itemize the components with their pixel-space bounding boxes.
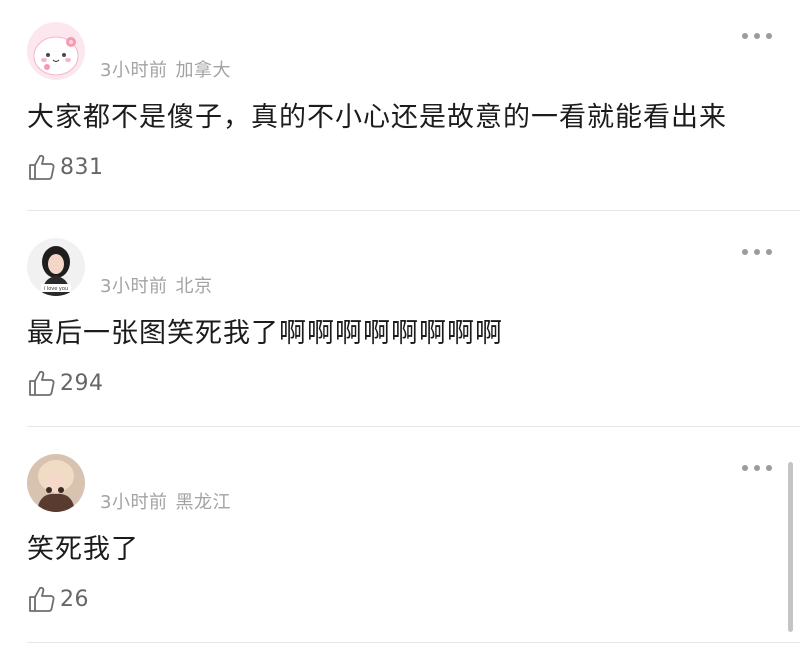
comment-text: 最后一张图笑死我了啊啊啊啊啊啊啊啊 [27,318,503,349]
like-button[interactable]: 831 [27,150,104,184]
comment-location: 加拿大 [175,60,231,81]
comment-time: 3小时前 [100,276,168,297]
like-button[interactable]: 294 [27,366,104,400]
like-count: 294 [60,370,104,396]
comment-location: 黑龙江 [175,492,231,513]
divider [27,426,800,427]
comment-location: 北京 [175,276,213,297]
comment-time: 3小时前 [100,60,168,81]
comment-meta: 3小时前 北京 [100,272,212,298]
scrollbar[interactable] [788,462,793,632]
comment-item: i love you 3小时前 北京 最后一张图笑死我了啊啊啊啊啊啊啊啊 294 [0,216,800,432]
divider [27,210,800,211]
thumbs-up-icon [29,586,55,612]
more-icon[interactable] [742,462,772,474]
thumbs-up-icon [29,370,55,396]
comment-time: 3小时前 [100,492,168,513]
svg-text:i love you: i love you [44,286,68,292]
comment-item: 3小时前 黑龙江 笑死我了 26 [0,432,800,648]
thumbs-up-icon [29,154,55,180]
like-count: 26 [60,586,89,612]
avatar[interactable]: i love you [27,238,85,296]
comment-meta: 3小时前 加拿大 [100,56,231,82]
more-icon[interactable] [742,246,772,258]
comment-text: 笑死我了 [27,534,139,565]
more-icon[interactable] [742,30,772,42]
avatar[interactable] [27,454,85,512]
comment-meta: 3小时前 黑龙江 [100,488,231,514]
comment-item: 3小时前 加拿大 大家都不是傻子，真的不小心还是故意的一看就能看出来 831 [0,0,800,216]
like-button[interactable]: 26 [27,582,89,616]
avatar[interactable] [27,22,85,80]
like-count: 831 [60,154,104,180]
comment-text: 大家都不是傻子，真的不小心还是故意的一看就能看出来 [27,102,727,133]
divider [27,642,800,643]
